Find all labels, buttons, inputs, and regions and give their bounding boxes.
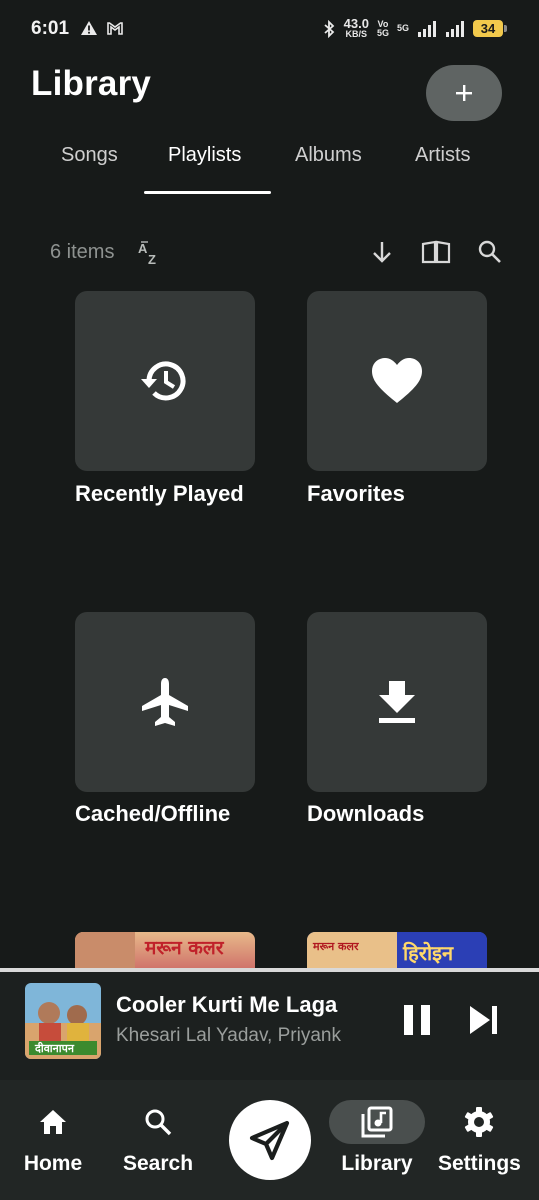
album-art-text: दीवानापन <box>34 1041 75 1055</box>
nav-label-home: Home <box>23 1152 83 1175</box>
status-left-icons <box>80 20 124 36</box>
network-5g: 5G <box>396 23 409 33</box>
playlist-label-cached-offline: Cached/Offline <box>75 801 231 826</box>
tab-playlists[interactable]: Playlists <box>168 144 241 167</box>
library-tabs: Songs Playlists Albums Artists <box>0 130 539 194</box>
signal-icon <box>418 20 436 37</box>
library-toolbar: 6 items A Z <box>0 232 539 272</box>
tab-songs[interactable]: Songs <box>61 144 118 167</box>
warning-icon <box>81 21 97 35</box>
nav-label-settings: Settings <box>438 1152 521 1175</box>
book-open-icon[interactable] <box>421 238 451 266</box>
bottom-navigation: Home Search Library Settings <box>0 1080 539 1200</box>
nav-label-search: Search <box>123 1152 194 1175</box>
add-playlist-button[interactable] <box>426 65 502 121</box>
battery-indicator: 34 <box>473 20 507 37</box>
pause-button[interactable] <box>400 1002 434 1038</box>
tab-artists[interactable]: Artists <box>415 144 471 167</box>
thumbnail-text: मरून कलर <box>312 940 359 953</box>
gmail-icon <box>107 22 123 35</box>
playlist-label-downloads: Downloads <box>307 801 425 826</box>
airplane-icon <box>142 678 188 726</box>
status-right: 43.0 KB/S Vo 5G 5G 34 <box>322 17 507 39</box>
nav-label-library: Library <box>341 1152 413 1175</box>
playlist-label-recently-played: Recently Played <box>75 481 244 506</box>
playlist-tile-favorites[interactable] <box>307 291 487 471</box>
skip-next-button[interactable] <box>466 1002 502 1038</box>
nav-settings[interactable]: Settings <box>438 1100 521 1176</box>
page-title: Library <box>31 64 152 103</box>
active-tab-indicator <box>144 191 271 194</box>
nav-home[interactable]: Home <box>21 1100 85 1176</box>
thumbnail-art: मरून कलर हिरोइन <box>307 932 487 968</box>
library-music-icon <box>361 1106 393 1138</box>
nav-library[interactable]: Library <box>329 1100 425 1176</box>
playlist-thumbnail[interactable]: मरून कलर <box>75 932 255 968</box>
nav-search[interactable]: Search <box>123 1100 193 1176</box>
heart-icon <box>372 358 422 403</box>
playlist-tile-cached-offline[interactable] <box>75 612 255 792</box>
track-title: Cooler Kurti Me Laga <box>116 992 338 1017</box>
send-icon <box>249 1120 290 1161</box>
playlist-tile-downloads[interactable] <box>307 612 487 792</box>
album-art-image: दीवानापन <box>25 983 101 1059</box>
home-icon <box>40 1110 66 1134</box>
arrow-down-icon[interactable] <box>368 238 396 266</box>
speed-unit: KB/S <box>345 29 368 39</box>
item-count: 6 items <box>50 241 115 263</box>
search-icon[interactable] <box>476 238 504 266</box>
send-fab-button[interactable] <box>229 1100 311 1180</box>
thumbnail-text: मरून कलर <box>144 937 225 959</box>
album-art[interactable]: दीवानापन <box>25 983 101 1059</box>
search-icon <box>145 1109 172 1136</box>
playlist-tile-recently-played[interactable] <box>75 291 255 471</box>
status-time: 6:01 <box>31 18 70 39</box>
sort-az-icon[interactable]: A Z <box>136 238 164 266</box>
thumbnail-art: मरून कलर <box>75 932 225 968</box>
playlist-label-favorites: Favorites <box>307 481 405 506</box>
tab-albums[interactable]: Albums <box>295 144 362 167</box>
plus-icon <box>456 85 472 101</box>
volte-indicator: Vo 5G <box>376 18 389 38</box>
status-bar: 6:01 43.0 KB/S Vo 5G 5G 34 <box>0 0 539 56</box>
svg-text:Z: Z <box>148 252 156 266</box>
gear-icon <box>465 1107 494 1137</box>
history-icon <box>141 361 186 401</box>
mini-player[interactable]: दीवानापन Cooler Kurti Me Laga Khesari La… <box>0 972 539 1080</box>
svg-text:A: A <box>138 241 148 256</box>
track-artist: Khesari Lal Yadav, Priyank <box>116 1025 341 1046</box>
bluetooth-icon <box>324 19 334 38</box>
signal-icon-2 <box>446 20 464 37</box>
playlist-thumbnail[interactable]: मरून कलर हिरोइन <box>307 932 487 968</box>
thumbnail-text: हिरोइन <box>402 941 454 965</box>
network-speed: 43.0 KB/S <box>344 17 369 39</box>
download-icon <box>379 681 415 723</box>
